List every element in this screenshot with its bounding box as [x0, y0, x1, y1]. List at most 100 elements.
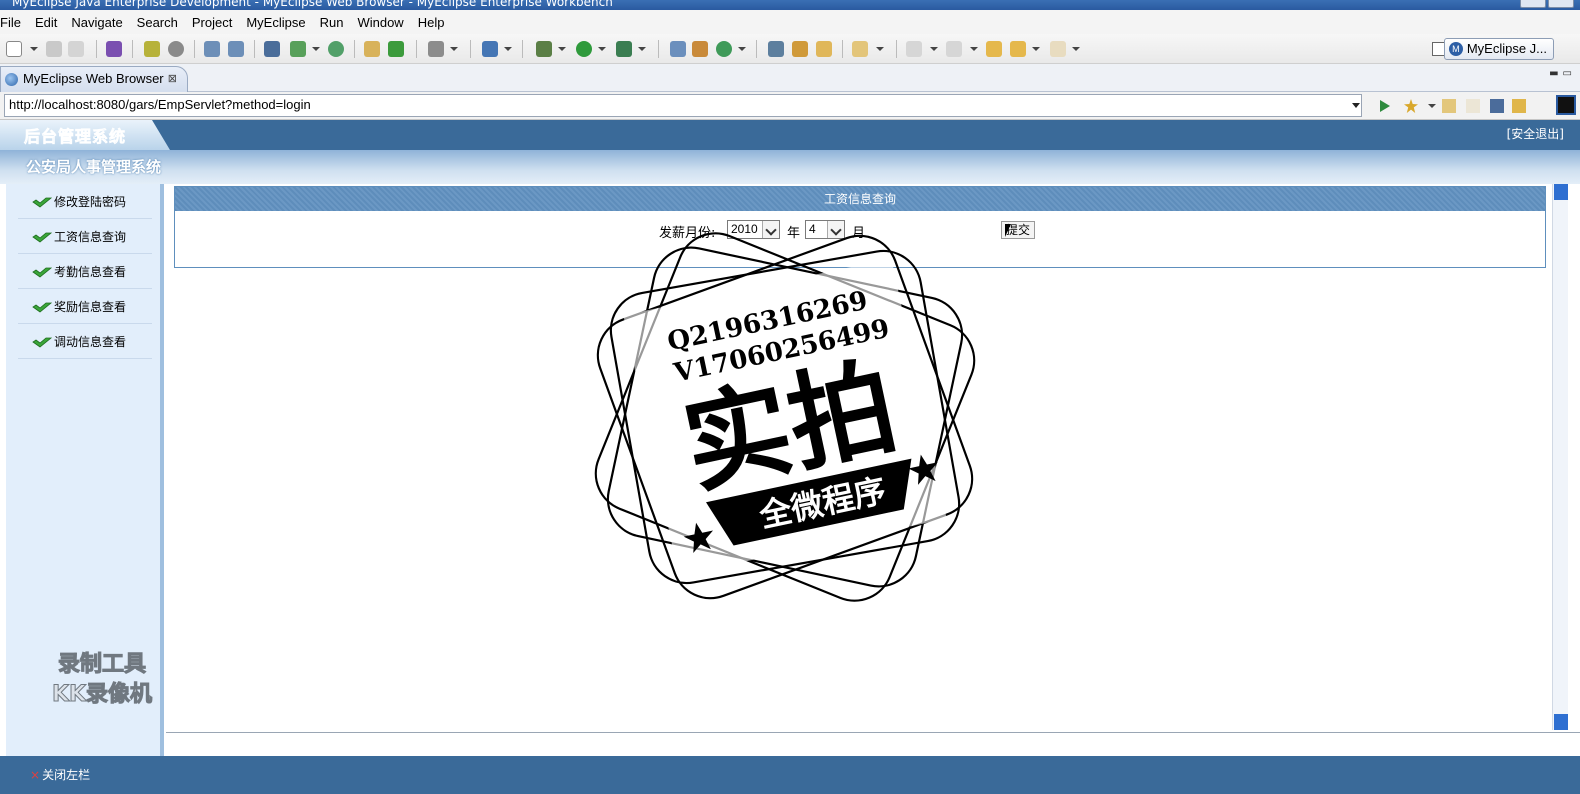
myeclipse-icon: M	[1448, 42, 1463, 56]
run-icon[interactable]	[576, 41, 592, 57]
minimize-button[interactable]	[1520, 0, 1546, 8]
menu-help[interactable]: Help	[411, 15, 452, 30]
sidebar-item-attendance[interactable]: 考勤信息查看	[18, 256, 152, 289]
menu-edit[interactable]: Edit	[28, 15, 64, 30]
camera-dropdown-icon[interactable]	[450, 47, 458, 51]
scroll-up-button[interactable]	[1554, 184, 1568, 200]
prev-annotation-icon[interactable]	[946, 41, 962, 57]
green-arrow-icon	[32, 337, 52, 348]
type-icon[interactable]	[692, 41, 708, 57]
external-tools-dropdown-icon[interactable]	[638, 47, 646, 51]
toolbar-separator	[254, 40, 255, 58]
sidebar-item-transfers[interactable]: 调动信息查看	[18, 326, 152, 359]
debug-dropdown-icon[interactable]	[558, 47, 566, 51]
add-icon[interactable]	[388, 41, 404, 57]
close-tab-icon[interactable]: ⊠	[168, 67, 177, 91]
vertical-scrollbar[interactable]	[1552, 184, 1568, 730]
green-arrow-icon	[32, 232, 52, 243]
month-select-value: 4	[809, 222, 816, 236]
external-tools-icon[interactable]	[616, 41, 632, 57]
open-type-icon[interactable]	[768, 41, 784, 57]
month-select[interactable]: 4	[805, 220, 845, 239]
recorder-watermark-line1: 录制工具	[57, 652, 146, 678]
stop-icon[interactable]	[1490, 99, 1504, 113]
maximize-button[interactable]	[1548, 0, 1574, 8]
wizard-icon[interactable]	[228, 41, 244, 57]
url-history-dropdown-icon[interactable]	[1352, 103, 1360, 108]
sidebar-item-label: 调动信息查看	[54, 335, 127, 349]
main-toolbar: M MyEclipse J...	[0, 34, 1580, 64]
favorites-dropdown-icon[interactable]	[1428, 104, 1436, 108]
browser-option-icon[interactable]	[1556, 95, 1576, 115]
chevron-down-icon	[762, 221, 779, 238]
sidebar-item-rewards[interactable]: 奖励信息查看	[18, 291, 152, 324]
menu-search[interactable]: Search	[130, 15, 185, 30]
close-sidebar-link[interactable]: × 关闭左栏	[30, 766, 90, 783]
bug-icon[interactable]	[144, 41, 160, 57]
package-icon[interactable]	[106, 41, 122, 57]
mouse-cursor-icon	[1005, 224, 1011, 237]
search-folder-icon[interactable]	[852, 41, 868, 57]
folder-icon[interactable]	[364, 41, 380, 57]
menu-myeclipse[interactable]: MyEclipse	[239, 15, 312, 30]
menu-project[interactable]: Project	[185, 15, 239, 30]
toolbar-separator	[470, 40, 471, 58]
camera-icon[interactable]	[428, 41, 444, 57]
prev-annotation-dropdown-icon[interactable]	[970, 47, 978, 51]
view-controls[interactable]: ▬▭	[1549, 68, 1576, 79]
next-annotation-dropdown-icon[interactable]	[930, 47, 938, 51]
sidebar-item-salary-query[interactable]: 工资信息查询	[18, 221, 152, 254]
perspective-switcher[interactable]: M MyEclipse J...	[1443, 38, 1554, 60]
refresh-icon[interactable]	[716, 41, 732, 57]
refresh-dropdown-icon[interactable]	[738, 47, 746, 51]
search-folder-dropdown-icon[interactable]	[876, 47, 884, 51]
browser-back-icon[interactable]	[1442, 99, 1456, 113]
server-icon[interactable]	[168, 41, 184, 57]
open-folder-icon[interactable]	[816, 41, 832, 57]
rocket-icon[interactable]	[792, 41, 808, 57]
run-dropdown-icon[interactable]	[598, 47, 606, 51]
scroll-down-button[interactable]	[1554, 714, 1568, 730]
reload-icon[interactable]	[1512, 99, 1526, 113]
favorites-icon[interactable]	[1404, 99, 1418, 113]
tab-web-browser[interactable]: MyEclipse Web Browser ⊠	[0, 66, 188, 92]
wizard-icon[interactable]	[204, 41, 220, 57]
forward-dropdown-icon[interactable]	[1072, 47, 1080, 51]
chevron-down-icon	[827, 221, 844, 238]
go-icon[interactable]	[1380, 100, 1390, 112]
menu-navigate[interactable]: Navigate	[64, 15, 129, 30]
new-class-icon[interactable]	[482, 41, 498, 57]
browser-forward-icon[interactable]	[1466, 99, 1480, 113]
toolbar-separator	[194, 40, 195, 58]
last-edit-icon[interactable]	[986, 41, 1002, 57]
menu-file[interactable]: File	[0, 15, 28, 30]
menu-run[interactable]: Run	[313, 15, 351, 30]
new-icon[interactable]	[6, 41, 22, 57]
toolbar-separator	[522, 40, 523, 58]
new-dropdown-icon[interactable]	[30, 47, 38, 51]
run-server-icon[interactable]	[290, 41, 306, 57]
toolbar-separator	[416, 40, 417, 58]
url-input[interactable]: http://localhost:8080/gars/EmpServlet?me…	[4, 94, 1362, 117]
run-server-dropdown-icon[interactable]	[312, 47, 320, 51]
window-controls	[1520, 0, 1574, 8]
salary-query-panel: 工资信息查询 发薪月份: 2010 年 4 月 提交	[174, 186, 1546, 268]
deploy-icon[interactable]	[264, 41, 280, 57]
system-title-bar: 公安局人事管理系统	[0, 150, 1580, 184]
debug-icon[interactable]	[536, 41, 552, 57]
back-dropdown-icon[interactable]	[1032, 47, 1040, 51]
logo-tab: 后台管理系统	[0, 120, 170, 150]
next-annotation-icon[interactable]	[906, 41, 922, 57]
hierarchy-icon[interactable]	[670, 41, 686, 57]
forward-icon[interactable]	[1050, 41, 1066, 57]
sidebar-item-change-password[interactable]: 修改登陆密码	[18, 186, 152, 219]
logout-link[interactable]: [安全退出]	[1507, 125, 1564, 142]
save-icon[interactable]	[46, 41, 62, 57]
back-icon[interactable]	[1010, 41, 1026, 57]
system-title: 公安局人事管理系统	[26, 158, 162, 176]
print-icon[interactable]	[68, 41, 84, 57]
new-class-dropdown-icon[interactable]	[504, 47, 512, 51]
year-select[interactable]: 2010	[727, 220, 780, 239]
globe-icon[interactable]	[328, 41, 344, 57]
menu-window[interactable]: Window	[350, 15, 410, 30]
